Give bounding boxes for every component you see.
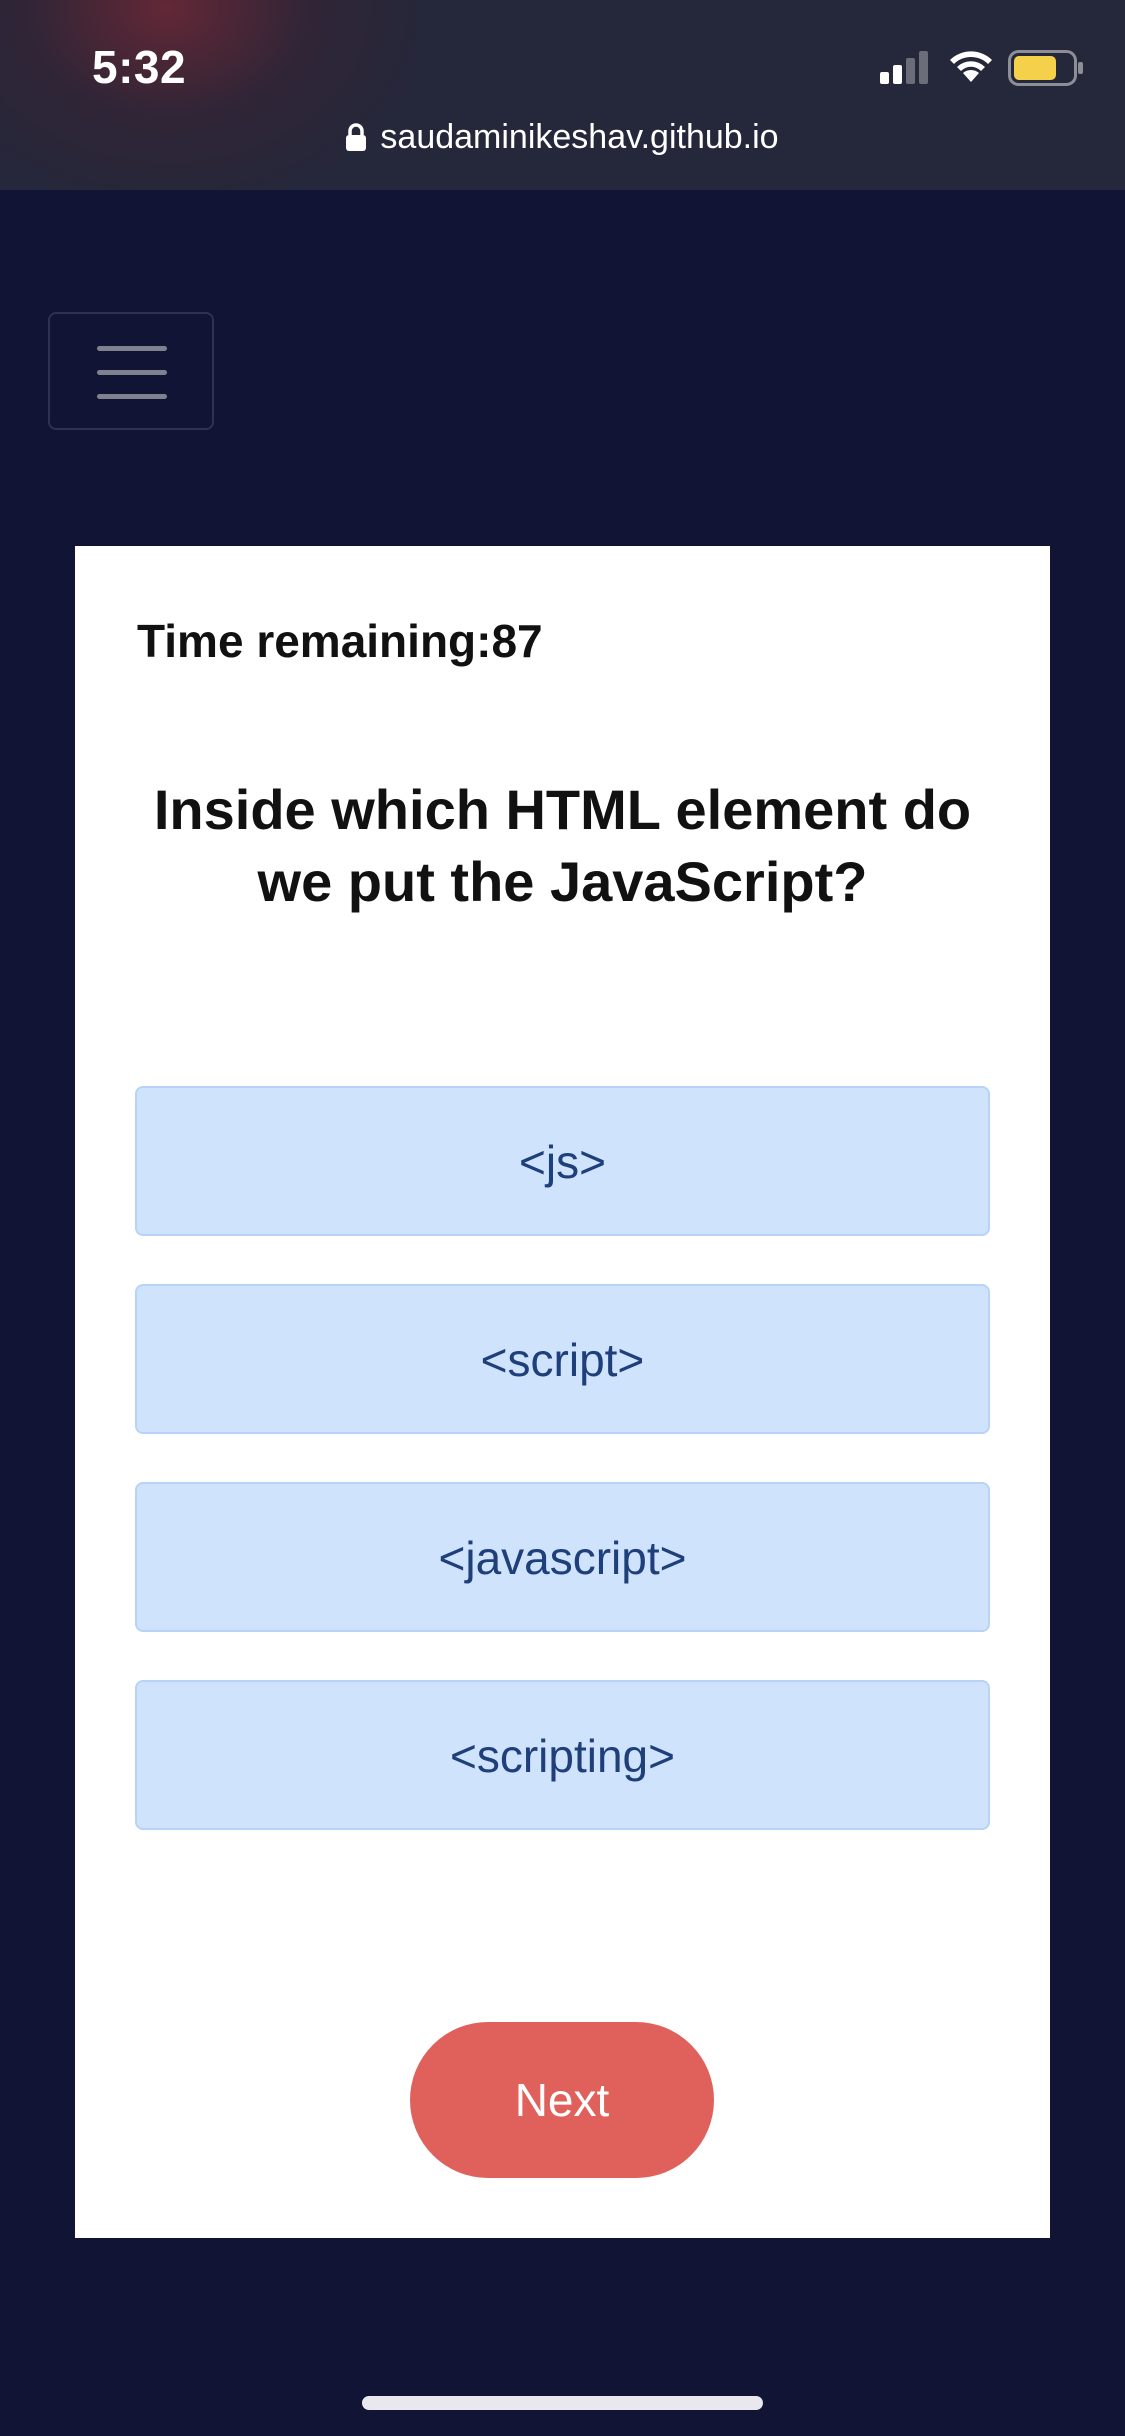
choice-button-js[interactable]: <js> (135, 1086, 990, 1236)
home-indicator[interactable] (362, 2396, 763, 2410)
status-bar: 5:32 saudaminikeshav.github.io (0, 0, 1125, 190)
status-bar-glow (0, 0, 420, 190)
next-button[interactable]: Next (410, 2022, 714, 2178)
menu-icon-bar (97, 346, 167, 351)
url-text: saudaminikeshav.github.io (380, 118, 779, 156)
menu-toggle-button[interactable] (48, 312, 214, 430)
question-text: Inside which HTML element do we put the … (153, 778, 972, 913)
menu-icon-bar (97, 370, 167, 375)
wifi-icon (950, 51, 992, 82)
signal-icon (880, 51, 928, 84)
answer-choices: <js> <script> <javascript> <scripting> (135, 1086, 990, 1878)
choice-button-script[interactable]: <script> (135, 1284, 990, 1434)
time-remaining: Time remaining:87 (137, 615, 543, 667)
choice-button-javascript[interactable]: <javascript> (135, 1482, 990, 1632)
url-bar[interactable]: saudaminikeshav.github.io (0, 118, 1125, 157)
battery-icon (1008, 50, 1083, 86)
lock-icon (346, 123, 367, 151)
quiz-card: Time remaining:87 Inside which HTML elem… (75, 546, 1050, 2238)
menu-icon-bar (97, 394, 167, 399)
choice-button-scripting[interactable]: <scripting> (135, 1680, 990, 1830)
status-time: 5:32 (92, 41, 187, 93)
